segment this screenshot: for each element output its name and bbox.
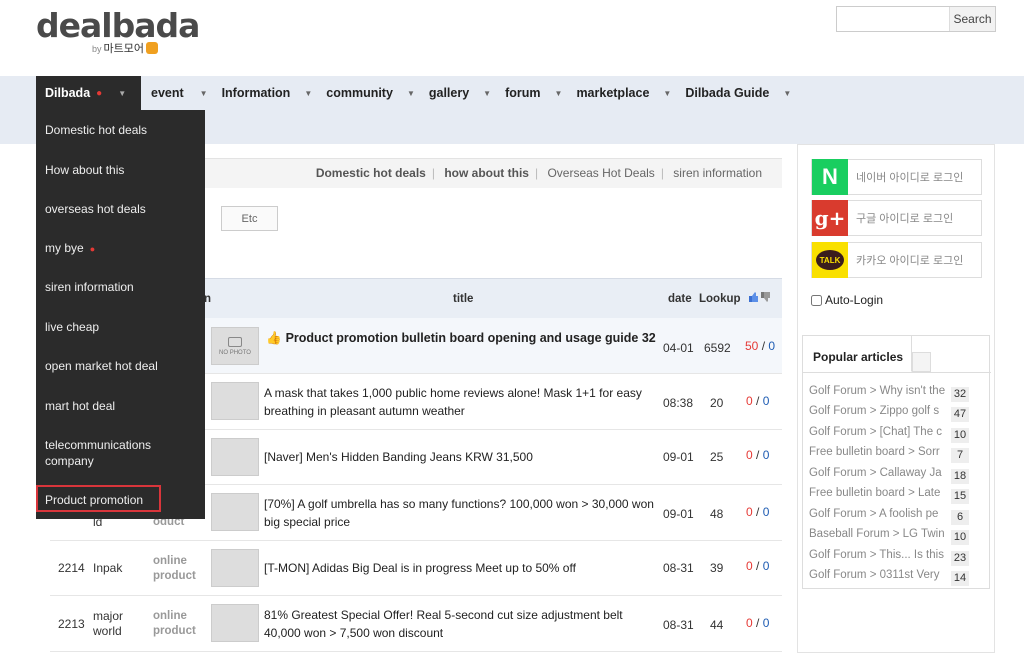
vote-count: 50 / 0 — [745, 339, 776, 353]
dilbada-dropdown-menu: Domestic hot deals How about this overse… — [36, 110, 205, 519]
menu-item-mart-hot-deal[interactable]: mart hot deal — [45, 398, 115, 414]
board-tabs: Domestic hot deals | how about this | Over… — [310, 166, 768, 180]
vote-count: 0 / 0 — [746, 394, 770, 408]
vote-header-icon — [748, 291, 770, 306]
chevron-down-icon: ▼ — [304, 88, 313, 98]
popular-item[interactable]: Golf Forum > A foolish pe 6 — [809, 505, 985, 525]
selection-highlight — [36, 485, 161, 512]
right-sidebar: N 네이버 아이디로 로그인 g+ 구글 아이디로 로그인 TALK 카카오 아… — [797, 144, 995, 653]
new-dot-icon: ● — [89, 244, 96, 254]
comment-count: 32 — [641, 331, 656, 345]
site-header: dealbada by 마트모어 Search — [0, 0, 1024, 76]
menu-item-live-cheap[interactable]: live cheap — [45, 319, 99, 335]
nav-item-information[interactable]: Information ▼ — [222, 76, 327, 110]
nav-item-dilbada[interactable]: Dilbada ● ▼ — [36, 76, 141, 110]
thumbs-up-icon: 👍 — [266, 331, 282, 345]
header-title: title — [453, 293, 474, 305]
chevron-down-icon: ▼ — [554, 88, 563, 98]
tab-siren-information[interactable]: siren information — [667, 166, 768, 180]
vote-count: 0 / 0 — [746, 505, 770, 519]
search-box: Search — [836, 6, 996, 32]
post-title[interactable]: [T-MON] Adidas Big Deal is in progress M… — [264, 559, 660, 577]
chevron-down-icon: ▼ — [406, 88, 415, 98]
google-plus-icon: g+ — [812, 200, 848, 236]
nav-item-gallery[interactable]: gallery ▼ — [429, 76, 505, 110]
popular-item[interactable]: Free bulletin board > Sorr 7 — [809, 443, 985, 463]
header-partial: n — [204, 293, 212, 305]
camera-icon — [228, 336, 242, 347]
post-title[interactable]: A mask that takes 1,000 public home revi… — [264, 384, 660, 420]
auto-login-option[interactable]: Auto-Login — [811, 293, 883, 307]
no-photo-thumbnail[interactable]: NO PHOTO — [211, 327, 259, 365]
logo-text: dealbada — [36, 6, 200, 45]
header-date: date — [668, 293, 692, 305]
tab-overseas-hot-deals[interactable]: Overseas Hot Deals — [541, 166, 660, 180]
menu-item-how-about-this[interactable]: How about this — [45, 162, 124, 178]
post-title[interactable]: [Naver] Men's Hidden Banding Jeans KRW 3… — [264, 448, 660, 466]
menu-item-overseas-hot-deals[interactable]: overseas hot deals — [45, 201, 146, 217]
search-button[interactable]: Search — [949, 7, 995, 31]
google-login-button[interactable]: g+ 구글 아이디로 로그인 — [811, 200, 982, 236]
mouse-icon — [146, 42, 158, 54]
search-input[interactable] — [837, 7, 949, 31]
tab-domestic-hot-deals[interactable]: Domestic hot deals — [310, 166, 432, 180]
table-row[interactable]: 2213 major world online product 81% Grea… — [50, 596, 782, 652]
chevron-down-icon: ▼ — [783, 88, 792, 98]
post-thumbnail[interactable] — [211, 493, 259, 531]
post-thumbnail[interactable] — [211, 438, 259, 476]
nav-item-dilbada-guide[interactable]: Dilbada Guide ▼ — [685, 76, 799, 110]
post-thumbnail[interactable] — [211, 382, 259, 420]
chevron-down-icon: ▼ — [199, 88, 208, 98]
header-lookup: Lookup — [699, 293, 741, 305]
popular-item[interactable]: Golf Forum > [Chat] The c 10 — [809, 423, 985, 443]
vote-count: 0 / 0 — [746, 616, 770, 630]
popular-item[interactable]: Baseball Forum > LG Twin 10 — [809, 525, 985, 545]
nav-item-event[interactable]: event ▼ — [151, 76, 222, 110]
post-thumbnail[interactable] — [211, 549, 259, 587]
kakao-login-button[interactable]: TALK 카카오 아이디로 로그인 — [811, 242, 982, 278]
chevron-down-icon: ▼ — [663, 88, 672, 98]
vote-count: 0 / 0 — [746, 559, 770, 573]
popular-articles-panel: Popular articles Golf Forum > Why isn't … — [802, 335, 991, 589]
site-logo[interactable]: dealbada by 마트모어 — [36, 6, 200, 56]
main-nav: Dilbada ● ▼ event ▼ Information ▼ community ▼… — [36, 76, 799, 110]
notice-title[interactable]: 👍 Product promotion bulletin board openin… — [266, 329, 662, 347]
kakao-talk-icon: TALK — [812, 242, 848, 278]
popular-item[interactable]: Golf Forum > This... Is this 23 — [809, 546, 985, 566]
naver-login-button[interactable]: N 네이버 아이디로 로그인 — [811, 159, 982, 195]
naver-icon: N — [812, 159, 848, 195]
category-etc-button[interactable]: Etc — [221, 206, 278, 231]
nav-item-marketplace[interactable]: marketplace ▼ — [576, 76, 685, 110]
menu-item-siren-information[interactable]: siren information — [45, 279, 134, 295]
logo-subtitle: by 마트모어 — [92, 40, 158, 56]
menu-item-telecommunications-company[interactable]: telecommunications company — [45, 437, 185, 469]
post-title[interactable]: 81% Greatest Special Offer! Real 5-secon… — [264, 606, 660, 642]
chevron-down-icon: ▼ — [118, 88, 127, 98]
tab-how-about-this[interactable]: how about this — [438, 166, 535, 180]
table-row[interactable]: 2214 Inpak online product [T-MON] Adidas… — [50, 541, 782, 596]
popular-item[interactable]: Golf Forum > Zippo golf s 47 — [809, 402, 985, 422]
chevron-down-icon: ▼ — [483, 88, 492, 98]
vote-count: 0 / 0 — [746, 448, 770, 462]
menu-item-my-bye[interactable]: my bye ● — [45, 240, 95, 257]
nav-item-community[interactable]: community ▼ — [326, 76, 429, 110]
popular-item[interactable]: Free bulletin board > Late 15 — [809, 484, 985, 504]
menu-item-domestic-hot-deals[interactable]: Domestic hot deals — [45, 122, 147, 138]
new-dot-icon: ● — [96, 87, 103, 99]
popular-item[interactable]: Golf Forum > 0311st Very 14 — [809, 566, 985, 586]
nav-item-forum[interactable]: forum ▼ — [505, 76, 576, 110]
popular-item[interactable]: Golf Forum > Callaway Ja 18 — [809, 464, 985, 484]
auto-login-checkbox[interactable] — [811, 294, 822, 306]
menu-item-open-market-hot-deal[interactable]: open market hot deal — [45, 358, 158, 374]
post-thumbnail[interactable] — [211, 604, 259, 642]
popular-item[interactable]: Golf Forum > Why isn't the 32 — [809, 382, 985, 402]
popular-articles-tab[interactable]: Popular articles — [803, 336, 912, 372]
secondary-tab[interactable] — [912, 352, 931, 372]
post-title[interactable]: [70%] A golf umbrella has so many functi… — [264, 495, 660, 531]
